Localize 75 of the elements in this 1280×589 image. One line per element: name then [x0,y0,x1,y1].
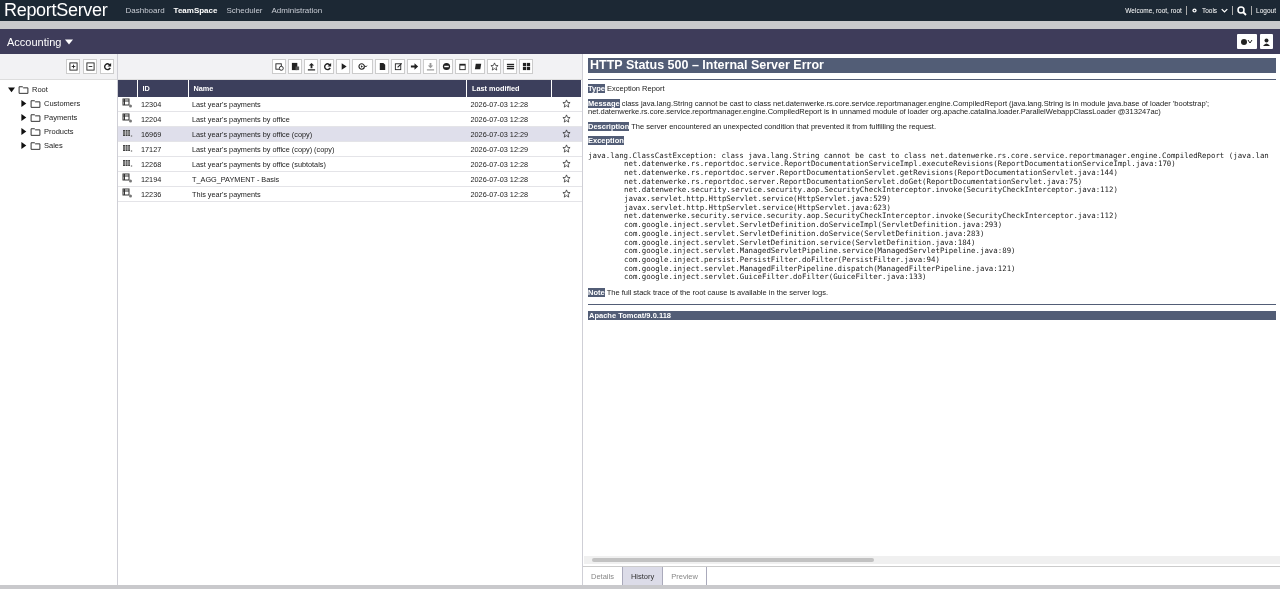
report-icon [122,188,133,198]
toolbar-button[interactable] [375,59,389,74]
collapse-all-button[interactable] [83,59,97,74]
expand-arrow-icon[interactable] [20,99,27,107]
report-icon [122,113,133,123]
expand-arrow-icon[interactable] [20,127,27,135]
document-icon [377,62,387,71]
toolbar-button[interactable] [336,59,350,74]
expand-all-button[interactable] [66,59,80,74]
user-dropdown-button[interactable] [1237,34,1257,49]
table-icon [122,143,133,153]
toolbar-button[interactable] [304,59,318,74]
toolbar-button[interactable] [391,59,405,74]
star-icon[interactable] [562,188,571,198]
star-icon[interactable] [562,113,571,123]
nav-link[interactable]: Dashboard [125,6,165,15]
star-icon[interactable] [562,173,571,183]
user-button[interactable] [1260,34,1273,49]
nav-link[interactable]: Administration [271,6,323,15]
upload-icon [306,62,316,71]
user-icon [1263,37,1270,46]
refresh-icon [102,62,112,71]
download-icon [425,62,435,71]
error-title: HTTP Status 500 – Internal Server Error [588,58,1276,73]
copy-icon [274,62,284,71]
table-icon [122,158,133,168]
nav-link[interactable]: TeamSpace [173,6,218,15]
caret-icon [1221,7,1229,14]
grid-view-icon [521,62,531,71]
user-caret-icon [1240,37,1254,46]
star-icon[interactable] [562,158,571,168]
folder-icon [30,111,41,123]
paste-icon [290,62,300,71]
search-icon [1237,5,1248,16]
toolbar-button[interactable] [487,59,501,74]
toolbar-button[interactable] [352,59,373,74]
toolbar-button[interactable] [407,59,421,74]
nav-link[interactable]: Scheduler [226,6,263,15]
minus-circle-icon [441,62,451,71]
folder-icon [30,97,41,109]
horizontal-scrollbar[interactable] [584,556,1280,564]
refresh-icon [322,62,332,71]
toolbar-button[interactable] [272,59,286,74]
minus-square-icon [85,62,95,71]
toolbar-button[interactable] [503,59,517,74]
folder-icon [18,83,29,95]
star-icon[interactable] [562,143,571,153]
expand-arrow-icon[interactable] [20,113,27,121]
toolbar-button[interactable] [455,59,469,74]
star-icon[interactable] [562,98,571,108]
star-icon[interactable] [562,128,571,138]
caret-icon [65,38,74,45]
star-icon [489,62,499,71]
table-icon [122,128,133,138]
folder-icon [30,139,41,151]
expand-arrow-icon[interactable] [8,85,15,93]
toolbar-button[interactable] [288,59,302,74]
edit-icon [393,62,403,71]
gear-icon [1190,7,1198,14]
toolbar-button[interactable] [471,59,485,74]
calendar-icon [457,62,467,71]
plus-square-icon [68,62,78,71]
books-icon [473,62,483,71]
arrow-right-icon [409,62,419,71]
folder-icon [30,125,41,137]
refresh-button[interactable] [100,59,114,74]
toolbar-button[interactable] [320,59,334,74]
toolbar-button[interactable] [519,59,533,74]
toolbar-button[interactable] [439,59,453,74]
report-icon [122,173,133,183]
list-view-icon [505,62,515,71]
report-icon [122,98,133,108]
expand-arrow-icon[interactable] [20,141,27,149]
logo: ReportServer [4,0,108,21]
teamspace-selector[interactable]: Accounting [7,35,74,48]
